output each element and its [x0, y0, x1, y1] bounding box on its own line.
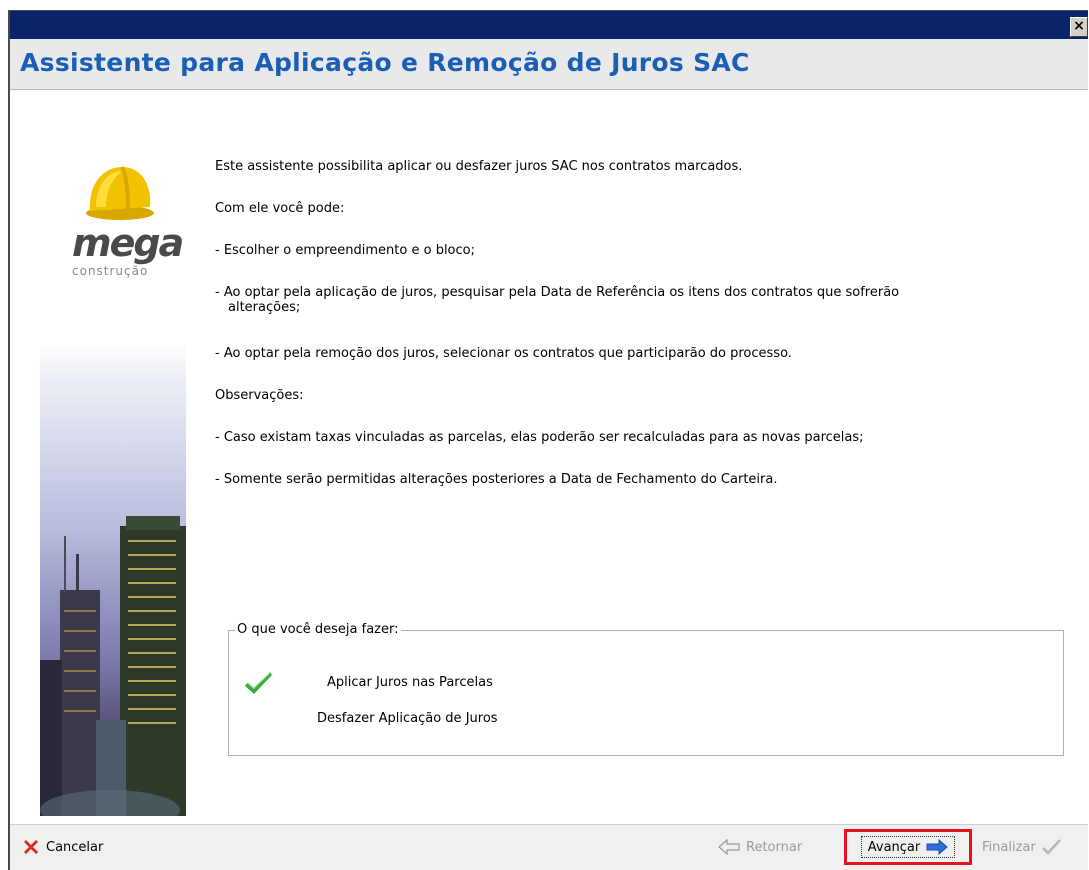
intro-line: Observações: — [215, 388, 304, 403]
next-button[interactable]: Avançar — [844, 829, 972, 865]
check-icon — [245, 672, 272, 694]
cancel-label: Cancelar — [46, 839, 104, 855]
close-button[interactable]: × — [1070, 17, 1088, 37]
logo-brand: mega — [72, 221, 184, 265]
skyline-graphic — [40, 516, 186, 816]
wizard-window: × Assistente para Aplicação e Remoção de… — [8, 10, 1088, 870]
wizard-title: Assistente para Aplicação e Remoção de J… — [20, 48, 750, 77]
title-bar: × — [10, 11, 1088, 39]
arrow-right-icon — [926, 839, 949, 855]
intro-line: - Caso existam taxas vinculadas as parce… — [215, 430, 864, 445]
back-label: Retornar — [746, 839, 803, 855]
close-icon: × — [1073, 18, 1085, 34]
action-choice-group: O que você deseja fazer: Aplicar Juros n… — [228, 622, 1064, 756]
intro-line: - Ao optar pela aplicação de juros, pesq… — [215, 285, 900, 300]
hard-hat-icon — [86, 166, 154, 220]
cancel-button[interactable]: Cancelar — [22, 835, 103, 859]
intro-line: - Ao optar pela remoção dos juros, selec… — [215, 346, 792, 361]
group-legend: O que você deseja fazer: — [235, 622, 401, 638]
next-button-focus: Avançar — [860, 836, 956, 858]
intro-line: - Escolher o empreendimento e o bloco; — [215, 243, 475, 258]
undo-interest-option[interactable]: Desfazer Aplicação de Juros — [317, 711, 498, 727]
wizard-content: mega construção Este assistente possibil… — [10, 90, 1088, 824]
wizard-header: Assistente para Aplicação e Remoção de J… — [10, 39, 1088, 90]
intro-line: alterações; — [228, 300, 301, 315]
next-label: Avançar — [867, 839, 921, 855]
intro-line: Com ele você pode: — [215, 201, 345, 216]
finish-button[interactable]: Finalizar — [982, 835, 1062, 859]
finish-label: Finalizar — [982, 839, 1036, 855]
intro-line: - Somente serão permitidas alterações po… — [215, 472, 778, 487]
check-icon — [1041, 839, 1061, 855]
close-icon — [24, 840, 38, 854]
back-button[interactable]: Retornar — [718, 835, 802, 859]
intro-line: Este assistente possibilita aplicar ou d… — [215, 159, 743, 174]
city-banner-image — [40, 340, 186, 816]
apply-interest-option[interactable]: Aplicar Juros nas Parcelas — [327, 675, 493, 691]
arrow-left-icon — [718, 839, 740, 855]
logo-subtitle: construção — [72, 264, 149, 278]
wizard-footer: Cancelar Retornar Avançar Finalizar — [10, 824, 1088, 870]
